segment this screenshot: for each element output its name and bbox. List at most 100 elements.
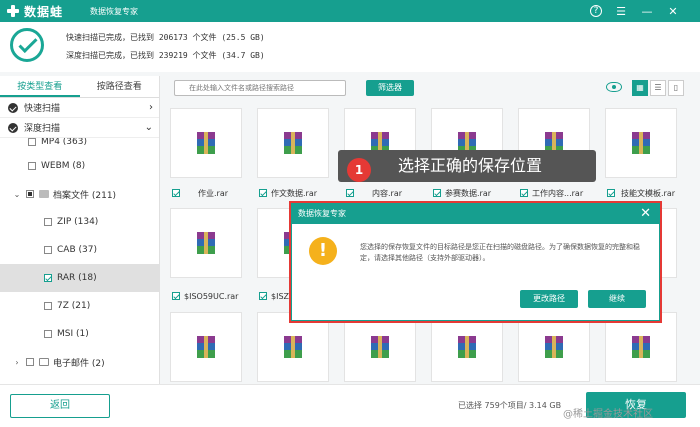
filter-button[interactable]: 筛选器 [366, 80, 414, 96]
continue-button[interactable]: 继续 [588, 290, 646, 308]
file-thumbnail[interactable] [170, 108, 242, 178]
checkbox[interactable] [259, 189, 267, 197]
watermark: @稀土掘金技术社区 [563, 409, 653, 420]
app-logo: 数据蛙 [6, 3, 63, 19]
deep-scan-status: 深度扫描已完成，已找到 239219 个文件 (34.7 GB) [66, 51, 265, 60]
checkbox[interactable] [26, 190, 34, 198]
checkbox[interactable] [259, 292, 267, 300]
file-thumbnail[interactable] [170, 312, 242, 382]
change-path-button[interactable]: 更改路径 [520, 290, 578, 308]
file-thumbnail[interactable] [257, 108, 329, 178]
tree-item-label: CAB (37) [57, 245, 97, 255]
file-name-label: 作业.rar [198, 188, 229, 198]
file-name-label: $ISZ [271, 291, 290, 301]
file-name[interactable]: $ISO59UC.rar [172, 290, 256, 302]
chevron-right-icon[interactable]: › [12, 358, 22, 367]
file-name[interactable]: 作文数据.rar [259, 187, 343, 199]
tree-item-rar[interactable]: RAR (18) [0, 264, 159, 292]
rar-file-icon [197, 232, 215, 254]
tree-item-email[interactable]: › 电子邮件 (2) [0, 348, 159, 376]
app-subtitle: 数据恢复专家 [90, 7, 138, 16]
checkbox[interactable] [44, 274, 52, 282]
detail-view-icon[interactable]: ▯ [668, 80, 684, 96]
file-name-label: 内容.rar [372, 188, 403, 198]
check-circle-icon [8, 102, 18, 113]
tree-item-label: MSI (1) [57, 329, 89, 339]
sidebar: 按类型查看 按路径查看 快速扫描 › 深度扫描 ⌄ MP4 (363) WEBM… [0, 76, 160, 384]
checkbox[interactable] [346, 189, 354, 197]
warning-dialog: 数据恢复专家 ✕ ! 您选择的保存恢复文件的目标路径是您正在扫描的磁盘路径。为了… [291, 203, 660, 321]
file-name-label: $ISO59UC.rar [184, 291, 239, 301]
checkbox[interactable] [44, 302, 52, 310]
checkbox[interactable] [172, 292, 180, 300]
rar-file-icon [632, 336, 650, 358]
file-name[interactable]: 工作内容...rar [520, 187, 604, 199]
file-name-label: 技能文模板.rar [621, 188, 676, 198]
tree-item-label: RAR (18) [57, 273, 97, 283]
plus-logo-icon [6, 4, 20, 18]
minimize-icon[interactable]: — [640, 4, 654, 18]
check-circle-icon [8, 122, 18, 133]
checkbox[interactable] [44, 246, 52, 254]
file-name-label: 参赛数据.rar [445, 188, 492, 198]
checkbox[interactable] [44, 218, 52, 226]
rar-file-icon [632, 132, 650, 154]
checkbox[interactable] [26, 358, 34, 366]
quick-scan-section[interactable]: 快速扫描 › [0, 98, 159, 118]
rar-file-icon [197, 336, 215, 358]
dialog-title: 数据恢复专家 [298, 209, 346, 218]
tree-item-zip[interactable]: ZIP (134) [0, 208, 159, 236]
chevron-down-icon[interactable]: ⌄ [12, 190, 22, 199]
dialog-message: 您选择的保存恢复文件的目标路径是您正在扫描的磁盘路径。为了确保数据恢复的完整和稳… [360, 243, 640, 262]
tree-item-label: MP4 (363) [41, 138, 87, 147]
tree-item-label: 档案文件 (211) [53, 190, 117, 201]
deep-scan-section[interactable]: 深度扫描 ⌄ [0, 118, 159, 138]
grid-view-icon[interactable]: ▦ [632, 80, 648, 96]
rar-file-icon [458, 336, 476, 358]
tree-item-msi[interactable]: MSI (1) [0, 320, 159, 348]
eye-icon[interactable] [606, 82, 622, 92]
file-name[interactable]: 内容.rar [346, 187, 430, 199]
tree-item-cab[interactable]: CAB (37) [0, 236, 159, 264]
app-name: 数据蛙 [24, 4, 64, 19]
email-icon [39, 358, 49, 366]
tree-item-label: 电子邮件 (2) [53, 358, 105, 369]
checkbox[interactable] [44, 330, 52, 338]
tab-by-type[interactable]: 按类型查看 [0, 76, 80, 97]
tree-item-webm[interactable]: WEBM (8) [0, 152, 159, 180]
file-thumbnail[interactable] [605, 108, 677, 178]
rar-file-icon [284, 336, 302, 358]
file-name-label: 工作内容...rar [532, 188, 584, 198]
tree-item-archives[interactable]: ⌄ 档案文件 (211) [0, 180, 159, 208]
tree-item-label: WEBM (8) [41, 161, 86, 171]
menu-icon[interactable]: ☰ [614, 4, 628, 18]
chevron-down-icon: ⌄ [144, 122, 153, 133]
checkbox[interactable] [172, 189, 180, 197]
close-icon[interactable]: ✕ [640, 204, 651, 224]
search-input[interactable] [174, 80, 346, 96]
checkbox[interactable] [433, 189, 441, 197]
checkbox[interactable] [607, 189, 615, 197]
tree-item-7z[interactable]: 7Z (21) [0, 292, 159, 320]
list-view-icon[interactable]: ☰ [650, 80, 666, 96]
checkbox[interactable] [28, 162, 36, 170]
file-name[interactable]: 参赛数据.rar [433, 187, 517, 199]
dialog-title-bar: 数据恢复专家 ✕ [292, 204, 659, 224]
help-icon[interactable]: ? [590, 5, 602, 17]
file-name[interactable]: 技能文模板.rar [607, 187, 691, 199]
file-type-tree: MP4 (363) WEBM (8) ⌄ 档案文件 (211) ZIP (134… [0, 138, 159, 382]
close-window-icon[interactable]: ✕ [666, 4, 680, 18]
step-number-badge: 1 [347, 158, 371, 182]
tree-item-label: ZIP (134) [57, 217, 99, 227]
checkbox[interactable] [28, 138, 36, 146]
tree-item-label: 7Z (21) [57, 301, 91, 311]
file-name[interactable]: 作业.rar [172, 187, 256, 199]
rar-file-icon [545, 336, 563, 358]
file-thumbnail[interactable] [170, 208, 242, 278]
warning-icon: ! [309, 237, 337, 265]
checkbox[interactable] [520, 189, 528, 197]
title-bar: 数据蛙 数据恢复专家 ? ☰ — ✕ [0, 0, 700, 22]
tab-by-path[interactable]: 按路径查看 [80, 76, 160, 97]
quick-scan-label: 快速扫描 [24, 104, 61, 114]
back-button[interactable]: 返回 [10, 394, 110, 418]
